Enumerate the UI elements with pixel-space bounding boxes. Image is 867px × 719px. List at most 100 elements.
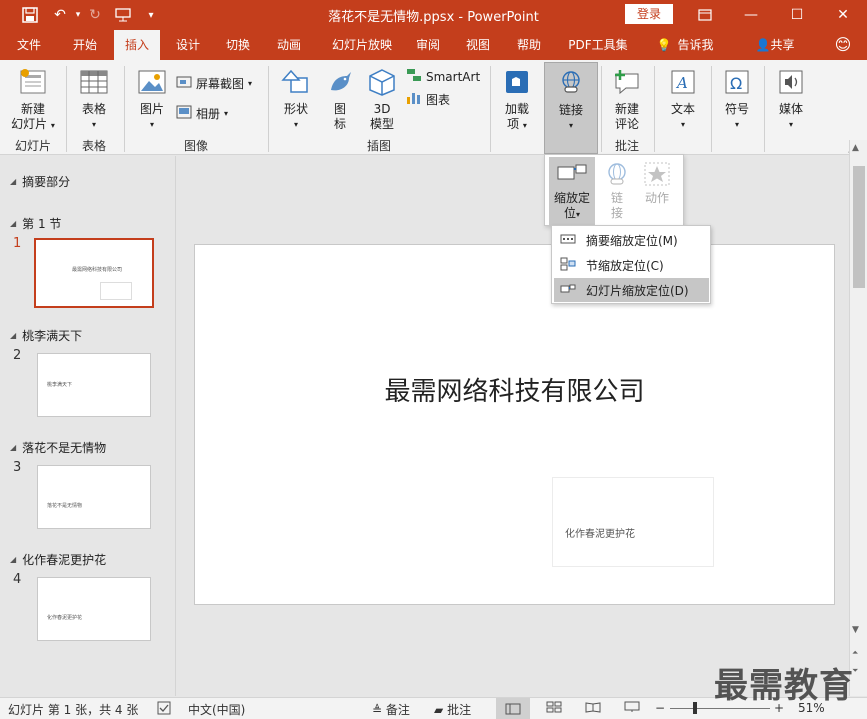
tab-view[interactable]: 视图: [455, 30, 501, 60]
text-label: 文本: [670, 102, 695, 116]
summary-zoom-item[interactable]: 摘要缩放定位(M): [554, 228, 709, 252]
group-separator: [764, 66, 765, 152]
photo-album-icon: [176, 105, 192, 122]
picture-button[interactable]: 图片 ▾: [132, 66, 172, 132]
comments-button[interactable]: ▰ 批注: [434, 701, 471, 718]
ribbon-display-icon[interactable]: [682, 0, 728, 30]
3d-model-button[interactable]: 3D 模型: [362, 66, 402, 132]
normal-view-icon[interactable]: [496, 698, 530, 719]
text-button[interactable]: A 文本 ▾: [662, 66, 704, 132]
new-slide-icon: [17, 66, 49, 98]
section-header[interactable]: ◢ 化作春泥更护花: [10, 551, 106, 568]
tab-tell-me[interactable]: 💡 告诉我: [650, 30, 720, 60]
screenshot-label: 屏幕截图: [196, 77, 245, 91]
new-slide-button[interactable]: 新建 幻灯片 ▾: [6, 66, 60, 133]
slide-thumbnail[interactable]: 桃李满天下: [37, 353, 151, 417]
reading-view-icon[interactable]: [585, 701, 601, 716]
tab-home[interactable]: 开始: [62, 30, 108, 60]
person-icon: 👤: [755, 38, 771, 52]
ribbon-tabs: 文件 开始 插入 设计 切换 动画 幻灯片放映 审阅 视图 帮助 PDF工具集 …: [0, 30, 867, 60]
section-header[interactable]: ◢ 第 1 节: [10, 215, 61, 232]
comment-add-icon: [611, 66, 643, 98]
smartart-button[interactable]: SmartArt: [406, 68, 480, 85]
new-comment-button[interactable]: 新建 评论: [606, 66, 648, 132]
scroll-down-icon[interactable]: ▼: [852, 625, 859, 635]
chart-button[interactable]: 图表: [406, 91, 450, 108]
photo-album-button[interactable]: 相册 ▾: [176, 105, 228, 122]
tab-pdf-tools[interactable]: PDF工具集: [560, 30, 636, 60]
hyperlink-button[interactable]: 链 接: [597, 161, 637, 221]
icons-button[interactable]: 图 标: [320, 66, 360, 132]
section-name: 桃李满天下: [22, 329, 83, 343]
link-button[interactable]: 链接 ▾: [544, 62, 598, 154]
action-button[interactable]: 动作: [637, 161, 677, 206]
screenshot-button[interactable]: 屏幕截图 ▾: [176, 75, 252, 92]
slide-sorter-icon[interactable]: [546, 701, 562, 716]
slide-thumbnail-pane: ◢ 摘要部分 ◢ 第 1 节 1 最需网络科技有限公司 ◢ 桃李满天下 2 桃李…: [0, 156, 176, 696]
group-separator: [268, 66, 269, 152]
lightbulb-icon: 💡: [656, 38, 672, 52]
maximize-icon[interactable]: ☐: [774, 0, 820, 30]
section-header[interactable]: ◢ 桃李满天下: [10, 327, 82, 344]
slide-zoom-item[interactable]: 幻灯片缩放定位(D): [554, 278, 709, 302]
chevron-down-icon: ▾: [248, 79, 253, 88]
slide-count-status[interactable]: 幻灯片 第 1 张，共 4 张: [8, 701, 138, 718]
addins-button[interactable]: 加载 项 ▾: [497, 66, 537, 133]
addins-label-2: 项: [507, 117, 520, 131]
tab-animations[interactable]: 动画: [266, 30, 312, 60]
slide-thumbnail[interactable]: 最需网络科技有限公司: [34, 238, 154, 308]
tab-file[interactable]: 文件: [6, 30, 52, 60]
section-zoom-item[interactable]: 节缩放定位(C): [554, 253, 709, 277]
tab-review[interactable]: 审阅: [405, 30, 451, 60]
chevron-down-icon: ▾: [91, 120, 96, 129]
slide-thumbnail[interactable]: 化作春泥更护花: [37, 577, 151, 641]
share-button[interactable]: 👤共享: [750, 30, 800, 60]
slide-thumbnail[interactable]: 落花不是无情物: [37, 465, 151, 529]
symbols-button[interactable]: Ω 符号 ▾: [716, 66, 758, 132]
media-button[interactable]: 媒体 ▾: [770, 66, 812, 132]
collapse-triangle-icon: ◢: [10, 331, 17, 340]
section-zoom-label: 节缩放定位(C): [586, 258, 664, 273]
language-status[interactable]: 中文(中国): [188, 701, 245, 718]
table-button[interactable]: 表格 ▾: [72, 66, 116, 132]
scrollbar-thumb[interactable]: [853, 166, 865, 288]
group-label-slides: 幻灯片: [14, 139, 51, 153]
previous-slide-icon[interactable]: ⏶: [852, 648, 858, 658]
close-icon[interactable]: ✕: [820, 0, 866, 30]
tab-transitions[interactable]: 切换: [215, 30, 261, 60]
zoom-slider[interactable]: [670, 708, 770, 709]
slideshow-icon[interactable]: [624, 701, 640, 716]
slide-number: 4: [13, 572, 22, 587]
section-name: 化作春泥更护花: [22, 553, 107, 567]
star-icon: [643, 161, 671, 187]
scroll-up-icon[interactable]: ▲: [852, 143, 859, 153]
zoom-label-2: 位: [563, 206, 576, 220]
slide-title[interactable]: 最需网络科技有限公司: [195, 371, 834, 408]
section-header[interactable]: ◢ 落花不是无情物: [10, 439, 106, 456]
zoom-slider-thumb[interactable]: [693, 702, 697, 714]
smiley-feedback-icon[interactable]: 😊: [830, 30, 856, 60]
3d-model-label-1: 3D: [373, 102, 391, 116]
chevron-down-icon: ▾: [568, 121, 573, 130]
shapes-button[interactable]: 形状 ▾: [276, 66, 316, 132]
tab-slideshow[interactable]: 幻灯片放映: [320, 30, 404, 60]
group-separator: [124, 66, 125, 152]
vertical-scrollbar[interactable]: ▲ ▼ ⏶ ⏷: [849, 140, 867, 696]
section-header[interactable]: ◢ 摘要部分: [10, 173, 70, 190]
minimize-icon[interactable]: —: [728, 0, 774, 30]
current-slide[interactable]: 最需网络科技有限公司 化作春泥更护花: [194, 244, 835, 605]
slide-number: 2: [13, 348, 22, 363]
zoom-button[interactable]: 缩放定 位▾: [549, 157, 595, 225]
chevron-down-icon: ▾: [788, 120, 793, 129]
slide-zoom-text: 化作春泥更护花: [565, 529, 635, 540]
slide-zoom-placeholder[interactable]: 化作春泥更护花: [552, 477, 714, 567]
tab-design[interactable]: 设计: [165, 30, 211, 60]
tab-insert[interactable]: 插入: [114, 30, 160, 60]
spellcheck-icon[interactable]: [157, 701, 171, 718]
login-button[interactable]: 登录: [625, 4, 673, 24]
notes-button[interactable]: ≜ 备注: [372, 701, 410, 718]
zoom-out-icon[interactable]: −: [655, 701, 665, 715]
zoom-icon: [556, 161, 588, 187]
bird-icon: [324, 66, 356, 98]
tab-help[interactable]: 帮助: [506, 30, 552, 60]
